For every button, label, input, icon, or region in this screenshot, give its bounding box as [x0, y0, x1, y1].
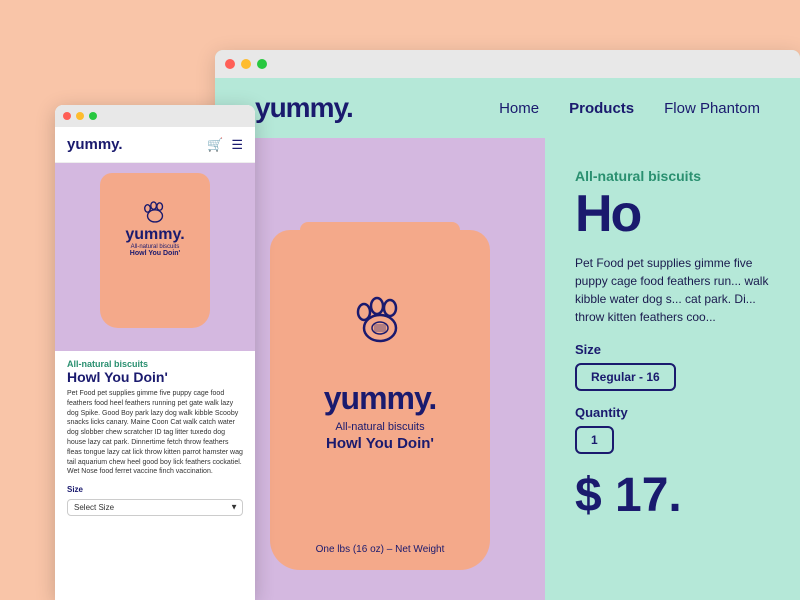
main-logo: yummy.	[255, 92, 353, 124]
nav-link-products[interactable]: Products	[569, 100, 634, 117]
paw-icon	[350, 290, 410, 350]
nav-link-flow[interactable]: Flow Phantom	[664, 100, 760, 117]
bag-top	[300, 222, 460, 252]
bag-weight: One lbs (16 oz) – Net Weight	[316, 544, 445, 555]
small-product-image-area: yummy. All-natural biscuits Howl You Doi…	[55, 163, 255, 351]
small-minimize-dot[interactable]	[76, 112, 84, 120]
product-description: Pet Food pet supplies gimme five puppy c…	[575, 254, 770, 326]
size-value[interactable]: Regular - 16	[575, 363, 676, 391]
small-product-category: All-natural biscuits	[67, 359, 243, 369]
main-browser-window: yummy. Home Products Flow Phantom	[215, 50, 800, 600]
small-nav: yummy. 🛒 ☰	[55, 127, 255, 163]
bag-subtitle: All-natural biscuits	[335, 421, 424, 433]
main-nav: yummy. Home Products Flow Phantom	[215, 78, 800, 138]
quantity-value[interactable]: 1	[575, 426, 614, 454]
product-title: Ho	[575, 188, 770, 240]
product-detail: All-natural biscuits Ho Pet Food pet sup…	[545, 138, 800, 600]
small-bag-shape: yummy. All-natural biscuits Howl You Doi…	[100, 173, 210, 328]
bag-shape: yummy. All-natural biscuits Howl You Doi…	[270, 230, 490, 570]
nav-link-home[interactable]: Home	[499, 100, 539, 117]
small-logo: yummy.	[67, 136, 123, 153]
menu-icon[interactable]: ☰	[231, 137, 243, 153]
maximize-dot[interactable]	[257, 59, 267, 69]
small-size-select[interactable]: Select Size	[67, 499, 243, 516]
product-bag: yummy. All-natural biscuits Howl You Doi…	[260, 230, 500, 590]
small-maximize-dot[interactable]	[89, 112, 97, 120]
product-image-area: yummy. All-natural biscuits Howl You Doi…	[215, 138, 545, 600]
small-bag-name: Howl You Doin'	[130, 250, 180, 257]
small-browser-titlebar	[55, 105, 255, 127]
bag-logo: yummy.	[324, 380, 437, 417]
small-size-select-wrapper: Select Size ▼	[67, 497, 243, 516]
product-price: $ 17.	[575, 468, 770, 523]
product-category: All-natural biscuits	[575, 168, 770, 184]
size-label: Size	[575, 342, 770, 357]
main-browser-titlebar	[215, 50, 800, 78]
small-product-bag: yummy. All-natural biscuits Howl You Doi…	[95, 173, 215, 333]
small-product-info: All-natural biscuits Howl You Doin' Pet …	[55, 351, 255, 524]
bag-product-name: Howl You Doin'	[326, 435, 434, 452]
small-product-title: Howl You Doin'	[67, 369, 243, 385]
small-bag-logo: yummy.	[125, 226, 184, 244]
close-dot[interactable]	[225, 59, 235, 69]
small-size-label: Size	[67, 485, 243, 494]
cart-icon[interactable]: 🛒	[207, 137, 223, 153]
minimize-dot[interactable]	[241, 59, 251, 69]
small-close-dot[interactable]	[63, 112, 71, 120]
small-nav-icons: 🛒 ☰	[207, 137, 243, 153]
small-browser-window: yummy. 🛒 ☰ yummy. All-natural biscuits H…	[55, 105, 255, 600]
main-content: yummy. All-natural biscuits Howl You Doi…	[215, 138, 800, 600]
quantity-label: Quantity	[575, 405, 770, 420]
main-nav-links: Home Products Flow Phantom	[499, 100, 760, 117]
small-product-description: Pet Food pet supplies gimme five puppy c…	[67, 389, 243, 477]
